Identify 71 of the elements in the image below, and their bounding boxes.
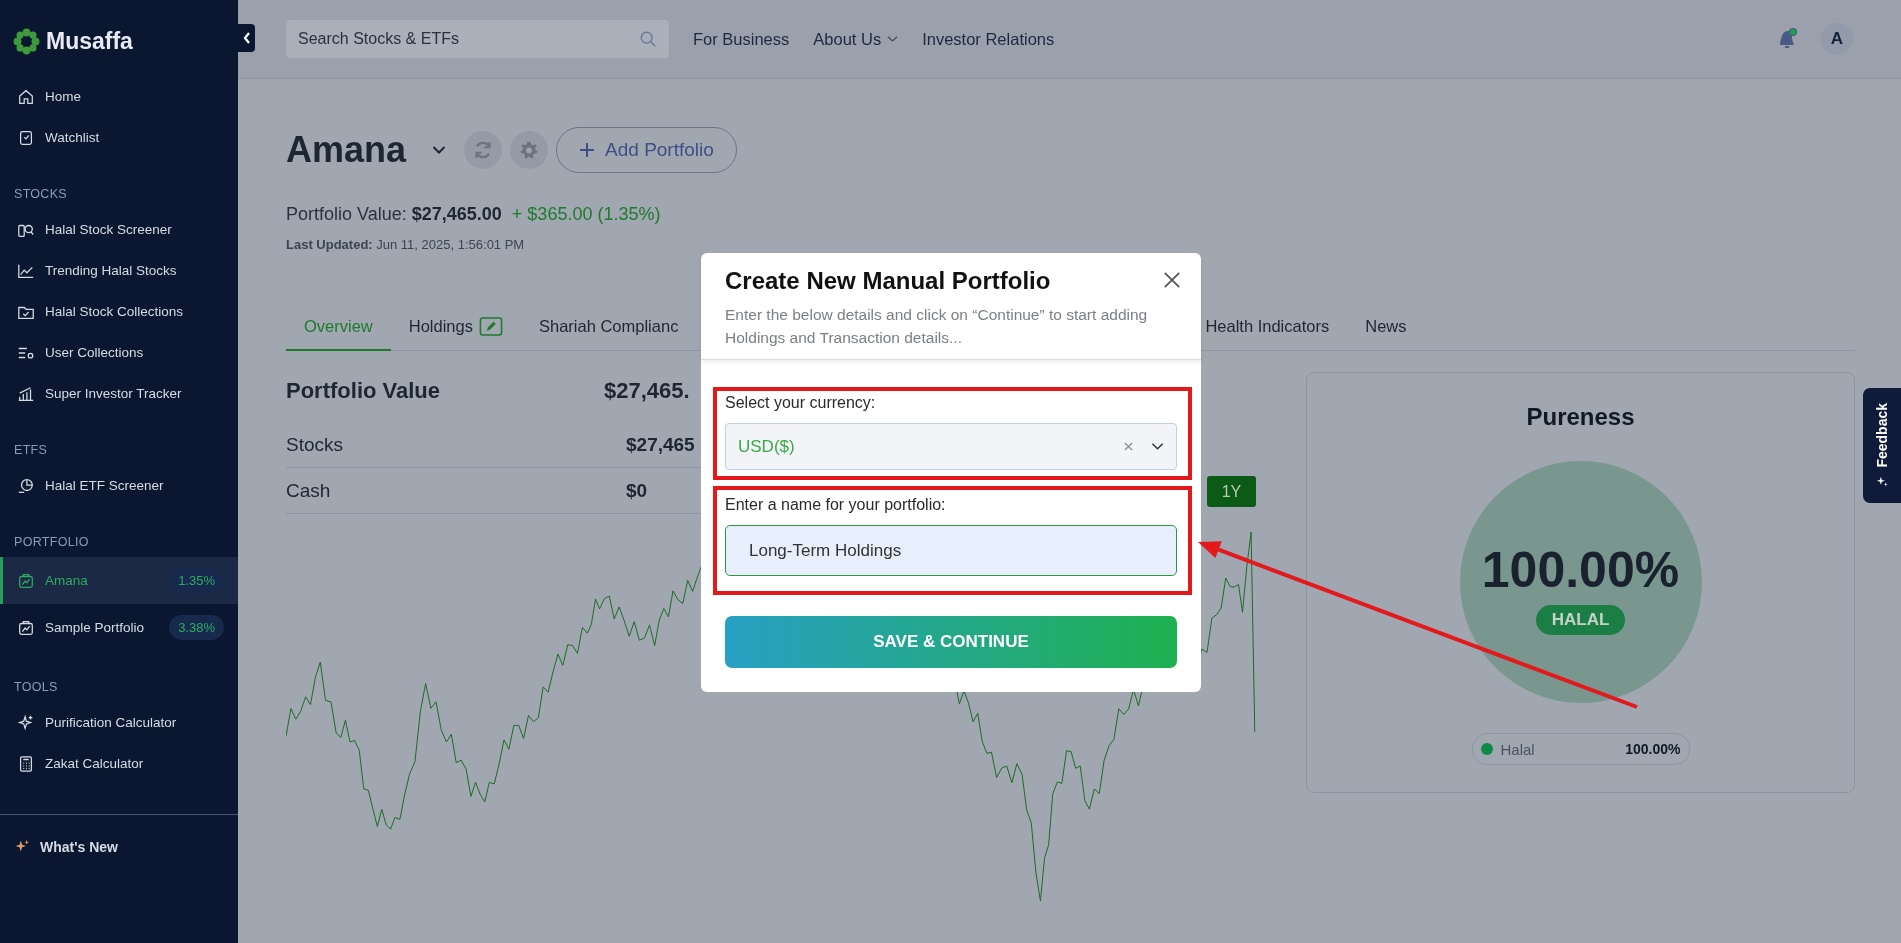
whats-new-link[interactable]: What's New — [14, 838, 118, 855]
edit-icon — [479, 317, 503, 336]
tab[interactable]: Health Indicators — [1187, 307, 1348, 351]
last-updated: Last Updated: Jun 11, 2025, 1:56:01 PM — [286, 237, 526, 252]
sidebar-item[interactable]: Halal Stock Collections — [0, 291, 238, 332]
avatar[interactable]: A — [1821, 23, 1853, 55]
case-icon — [17, 618, 35, 637]
sparkle-icon — [1875, 475, 1889, 489]
row-value: $27,465 — [626, 433, 695, 456]
collapse-button[interactable] — [238, 24, 255, 52]
value-change: + $365.00 (1.35%) — [511, 204, 661, 225]
tab[interactable]: Holdings — [390, 307, 521, 351]
sidebar-item[interactable]: Halal ETF Screener — [0, 465, 238, 506]
section-heading: TOOLS — [13, 679, 59, 696]
portfolio-value-line: Portfolio Value: $27,465.00 — [286, 204, 502, 225]
tab[interactable]: News — [1347, 307, 1425, 351]
sidebar-item[interactable]: Amana 1.35% — [0, 557, 238, 604]
sparkle-icon — [17, 713, 35, 732]
dialog-description: Enter the below details and click on “Continue” to start adding Holdings and Transaction details... — [725, 305, 1149, 348]
section-heading: PORTFOLIO — [13, 534, 90, 551]
legend-value: 100.00% — [1625, 741, 1681, 757]
section-heading: STOCKS — [13, 186, 68, 203]
logo-text[interactable]: Musaffa — [46, 28, 133, 55]
card-title: Pureness — [1526, 403, 1635, 431]
nav-link[interactable]: For Business — [693, 29, 790, 49]
case-icon — [17, 571, 35, 590]
sidebar-item[interactable]: Sample Portfolio 3.38% — [0, 604, 238, 651]
feedback-tab[interactable]: Feedback — [1863, 388, 1901, 503]
sidebar-item[interactable]: Purification Calculator — [0, 702, 238, 743]
pureness-percent: 100.00% — [1481, 541, 1680, 599]
tab[interactable]: Shariah Complianc — [521, 307, 697, 351]
nav-link[interactable]: Investor Relations — [922, 29, 1055, 49]
status-badge: HALAL — [1535, 605, 1626, 635]
sidebar-item[interactable]: Home — [0, 76, 238, 117]
sidebar-item[interactable]: Zakat Calculator — [0, 743, 238, 784]
legend-label: Halal — [1500, 740, 1536, 758]
summary-title: Portfolio Value — [286, 378, 442, 404]
section-heading: ETFS — [13, 442, 49, 459]
percent-badge: 3.38% — [169, 615, 224, 640]
portfolio-name: Amana — [286, 129, 407, 171]
percent-badge: 1.35% — [169, 568, 224, 593]
bookmark-icon — [17, 128, 35, 147]
clear-icon — [1124, 442, 1133, 451]
search-icon — [639, 30, 657, 48]
chevron-left-icon — [241, 30, 252, 46]
chevron-down-icon — [887, 35, 899, 43]
sidebar-item[interactable]: Super Investor Tracker — [0, 373, 238, 414]
search-field[interactable]: Search Stocks & ETFs — [286, 20, 669, 58]
logo-icon — [13, 28, 40, 55]
chevron-down-icon — [1151, 442, 1164, 451]
sidebar-item[interactable]: Halal Stock Screener — [0, 209, 238, 250]
row-value: $0 — [626, 479, 648, 502]
sidebar-item[interactable]: Trending Halal Stocks — [0, 250, 238, 291]
sidebar-item[interactable]: User Collections — [0, 332, 238, 373]
summary-total: $27,465. — [604, 378, 690, 404]
chevron-down-icon — [432, 145, 447, 155]
bars-icon — [17, 384, 35, 403]
portfolio-name-field[interactable]: Long-Term Holdings — [725, 525, 1177, 576]
plus-icon — [579, 142, 596, 158]
range-button[interactable]: 1Y — [1207, 476, 1256, 507]
row-label: Stocks — [286, 433, 345, 456]
home-icon — [17, 87, 35, 106]
dialog-title: Create New Manual Portfolio — [725, 267, 1051, 295]
nav-link[interactable]: About Us — [813, 29, 899, 49]
calc-icon — [17, 754, 35, 773]
field-label: Select your currency: — [725, 394, 877, 412]
etf-icon — [17, 476, 35, 495]
gear-icon — [519, 140, 540, 160]
row-label: Cash — [286, 479, 332, 502]
field-label: Enter a name for your portfolio: — [725, 496, 947, 514]
sidebar-item[interactable]: Watchlist — [0, 117, 238, 158]
